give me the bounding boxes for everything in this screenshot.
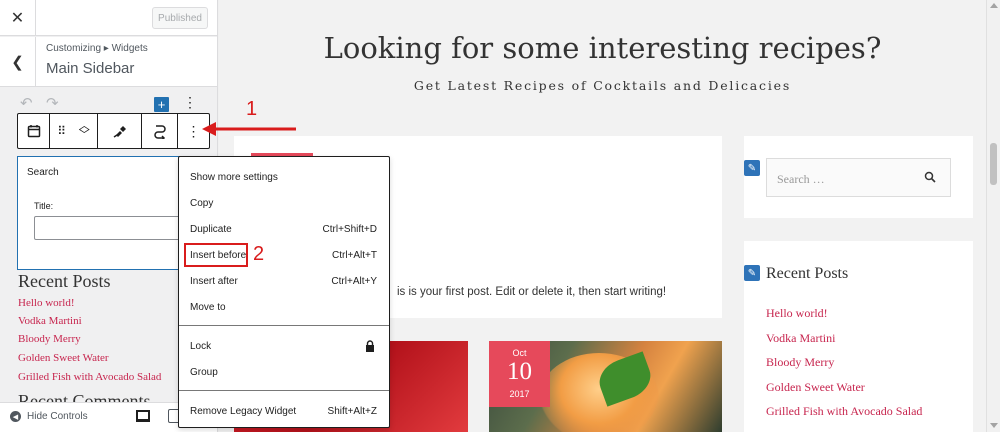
menu-item-shortcut: Ctrl+Alt+T <box>331 250 377 261</box>
publish-button[interactable]: Published <box>152 7 208 29</box>
menu-item-label: Copy <box>190 198 214 209</box>
site-search-input[interactable]: Search … <box>766 158 951 197</box>
menu-item-show-more-settings[interactable]: Show more settings <box>179 167 389 189</box>
lock-icon <box>366 340 374 352</box>
customizer-header: ✕ Published <box>0 0 217 36</box>
post-thumbnail-image[interactable]: Oct 10 2017 <box>489 341 722 432</box>
block-name: Search <box>27 167 59 178</box>
site-search-widget: ✎ Search … <box>744 136 973 218</box>
edit-shortcut-pencil-icon[interactable]: ✎ <box>744 160 760 176</box>
close-customizer-button[interactable]: ✕ <box>0 0 36 36</box>
back-button[interactable]: ❮ <box>0 37 36 87</box>
move-arrows: ︿ ﹀ <box>79 121 90 141</box>
recent-posts-title: Recent Posts <box>766 265 849 282</box>
block-toolbar: ⠿ ︿ ﹀ ⋮ <box>17 113 210 149</box>
block-mover: ⠿ ︿ ﹀ <box>50 114 98 148</box>
recent-post-link[interactable]: Hello world! <box>766 306 828 321</box>
vertical-ellipsis-icon: ⋮ <box>186 122 201 139</box>
recent-post-link[interactable]: Bloody Merry <box>766 355 834 370</box>
date-day: 10 <box>507 358 532 385</box>
menu-item-insert-after[interactable]: Insert after Ctrl+Alt+Y <box>179 271 389 293</box>
step-2-label: 2 <box>253 243 265 265</box>
recent-post-link[interactable]: Grilled Fish with Avocado Salad <box>766 404 922 419</box>
block-options-menu: Show more settings Copy Duplicate Ctrl+S… <box>178 156 390 428</box>
search-widget-block[interactable]: Search Title: <box>17 156 187 270</box>
site-recent-posts-widget: ✎ Recent Posts Hello world! Vodka Martin… <box>744 241 973 432</box>
breadcrumb: Customizing ▸ Widgets <box>46 43 148 54</box>
transform-button[interactable] <box>142 114 178 148</box>
menu-item-label: Group <box>190 367 218 378</box>
title-field-label: Title: <box>34 201 54 211</box>
move-down-icon[interactable]: ﹀ <box>79 130 90 141</box>
post-excerpt: is is your first post. Edit or delete it… <box>397 286 667 298</box>
add-block-button[interactable]: + <box>154 97 169 112</box>
insert-before-highlight-box <box>184 243 248 267</box>
sidebar-post-link[interactable]: Vodka Martini <box>18 315 82 327</box>
site-title[interactable]: Looking for some interesting recipes? <box>219 31 986 65</box>
undo-icon[interactable]: ↶ <box>20 94 33 112</box>
menu-divider <box>179 325 389 326</box>
panel-title-row: ❮ Customizing ▸ Widgets Main Sidebar <box>0 37 217 87</box>
menu-item-copy[interactable]: Copy <box>179 193 389 215</box>
title-field[interactable] <box>34 216 184 240</box>
menu-item-shortcut: Ctrl+Shift+D <box>322 224 377 235</box>
panel-title: Main Sidebar <box>46 60 135 77</box>
scroll-up-arrow-icon[interactable] <box>990 3 998 8</box>
drag-handle-icon[interactable]: ⠿ <box>57 124 66 138</box>
edit-shortcut-pencil-icon[interactable]: ✎ <box>744 265 760 281</box>
transform-icon <box>153 125 166 139</box>
scrollbar-thumb[interactable] <box>990 143 997 185</box>
recent-post-link[interactable]: Vodka Martini <box>766 331 835 346</box>
menu-item-label: Show more settings <box>190 172 278 183</box>
search-placeholder: Search … <box>777 172 825 186</box>
scroll-down-arrow-icon[interactable] <box>990 423 998 428</box>
hide-controls-label: Hide Controls <box>27 411 88 422</box>
block-type-button[interactable] <box>18 114 50 148</box>
step-1-arrow <box>202 122 296 136</box>
menu-item-label: Remove Legacy Widget <box>190 406 297 417</box>
chevron-left-icon: ❮ <box>11 54 24 71</box>
menu-item-duplicate[interactable]: Duplicate Ctrl+Shift+D <box>179 219 389 241</box>
post-date-badge: Oct 10 2017 <box>489 341 550 407</box>
preview-scrollbar[interactable] <box>986 0 1000 432</box>
menu-item-group[interactable]: Group <box>179 362 389 384</box>
menu-item-shortcut: Ctrl+Alt+Y <box>331 276 377 287</box>
menu-item-remove-legacy-widget[interactable]: Remove Legacy Widget Shift+Alt+Z <box>179 401 389 423</box>
collapse-icon: ◀ <box>10 411 21 422</box>
sidebar-recent-posts-title: Recent Posts <box>18 271 111 291</box>
menu-divider <box>179 390 389 391</box>
recent-post-link[interactable]: Golden Sweet Water <box>766 380 865 395</box>
menu-item-shortcut: Shift+Alt+Z <box>327 406 377 417</box>
close-icon: ✕ <box>10 10 25 27</box>
menu-item-label: Duplicate <box>190 224 232 235</box>
desktop-preview-icon[interactable] <box>136 410 150 422</box>
site-tagline: Get Latest Recipes of Cocktails and Deli… <box>413 78 792 93</box>
plus-icon: + <box>157 97 166 112</box>
redo-icon[interactable]: ↷ <box>46 94 59 112</box>
date-year: 2017 <box>509 389 530 399</box>
brush-icon <box>113 126 126 138</box>
calendar-icon <box>27 125 40 138</box>
hide-controls-button[interactable]: ◀ Hide Controls <box>10 411 88 422</box>
more-options-icon[interactable]: ⋮ <box>183 94 197 111</box>
menu-item-label: Insert after <box>190 276 238 287</box>
menu-item-label: Move to <box>190 302 226 313</box>
menu-item-lock[interactable]: Lock <box>179 336 389 358</box>
highlight-button[interactable] <box>98 114 142 148</box>
menu-item-label: Lock <box>190 341 212 352</box>
sidebar-post-link[interactable]: Bloody Merry <box>18 333 81 345</box>
sidebar-post-link[interactable]: Golden Sweet Water <box>18 352 109 364</box>
date-month: Oct <box>512 348 527 358</box>
search-icon[interactable] <box>924 171 936 183</box>
sidebar-post-link[interactable]: Grilled Fish with Avocado Salad <box>18 371 161 383</box>
menu-item-move-to[interactable]: Move to <box>179 297 389 319</box>
sidebar-post-link[interactable]: Hello world! <box>18 297 75 309</box>
